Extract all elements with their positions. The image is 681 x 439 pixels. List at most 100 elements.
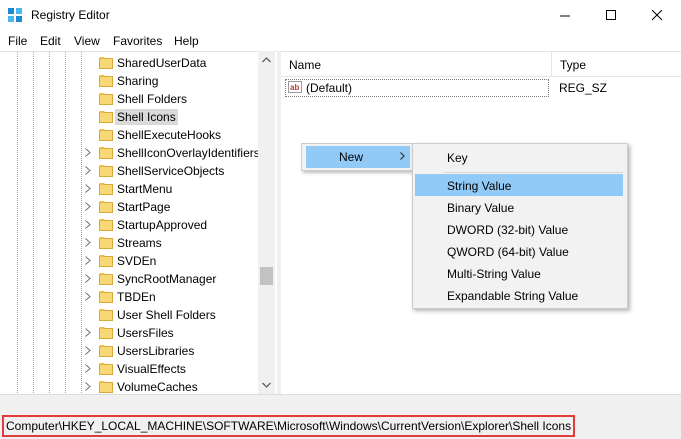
tree-item[interactable]: User Shell Folders bbox=[0, 306, 257, 324]
tree-item[interactable]: SharedUserData bbox=[0, 54, 257, 72]
expand-chevron-icon[interactable] bbox=[85, 238, 91, 247]
expand-chevron-icon[interactable] bbox=[85, 382, 91, 391]
folder-icon bbox=[99, 75, 113, 87]
expand-chevron-icon[interactable] bbox=[85, 166, 91, 175]
tree-item-label: VolumeCaches bbox=[117, 380, 198, 394]
tree-item[interactable]: Streams bbox=[0, 234, 257, 252]
scroll-down-icon[interactable] bbox=[262, 382, 271, 388]
expand-chevron-icon[interactable] bbox=[85, 148, 91, 157]
value-row[interactable]: ab (Default) REG_SZ bbox=[285, 79, 681, 97]
submenu-item-expandable-string-value[interactable]: Expandable String Value bbox=[415, 284, 623, 306]
context-item-new-label: New bbox=[339, 150, 364, 164]
menu-favorites[interactable]: Favorites bbox=[113, 34, 162, 48]
submenu-item-dword-value[interactable]: DWORD (32-bit) Value bbox=[415, 218, 623, 240]
tree-item[interactable]: ShellIconOverlayIdentifiers bbox=[0, 144, 260, 162]
tree-item-label: StartMenu bbox=[117, 182, 173, 196]
tree-item-label: UsersLibraries bbox=[117, 344, 195, 358]
submenu-item-binary-value[interactable]: Binary Value bbox=[415, 196, 623, 218]
tree-item[interactable]: Shell Icons bbox=[0, 108, 257, 126]
tree-item[interactable]: UsersFiles bbox=[0, 324, 257, 342]
menu-bar: File Edit View Favorites Help bbox=[0, 31, 681, 51]
expand-chevron-icon[interactable] bbox=[85, 364, 91, 373]
expand-chevron-icon[interactable] bbox=[85, 328, 91, 337]
expand-chevron-icon[interactable] bbox=[85, 220, 91, 229]
folder-icon bbox=[99, 309, 113, 321]
minimize-icon bbox=[560, 15, 570, 17]
submenu-separator bbox=[443, 172, 623, 173]
tree-item[interactable]: TBDEn bbox=[0, 288, 257, 306]
close-button[interactable] bbox=[635, 0, 681, 31]
menu-help[interactable]: Help bbox=[174, 34, 199, 48]
registry-editor-icon bbox=[7, 7, 23, 23]
tree-item-label: SyncRootManager bbox=[117, 272, 217, 286]
folder-icon bbox=[99, 237, 113, 249]
window-title: Registry Editor bbox=[31, 8, 110, 22]
submenu-item-label: Expandable String Value bbox=[447, 289, 579, 303]
status-bar: Computer\HKEY_LOCAL_MACHINE\SOFTWARE\Mic… bbox=[0, 394, 681, 439]
column-header-type-label: Type bbox=[560, 58, 587, 72]
expand-chevron-icon[interactable] bbox=[85, 202, 91, 211]
tree-item-label: ShellExecuteHooks bbox=[117, 128, 222, 142]
tree-item[interactable]: StartMenu bbox=[0, 180, 257, 198]
column-header-type[interactable]: Type bbox=[552, 52, 670, 76]
expand-chevron-icon[interactable] bbox=[85, 274, 91, 283]
folder-icon bbox=[99, 147, 113, 159]
scroll-up-icon[interactable] bbox=[262, 57, 271, 63]
key-tree[interactable]: SharedUserData Sharing Shell Folders Shell … bbox=[0, 51, 277, 395]
folder-icon bbox=[99, 57, 113, 69]
tree-item[interactable]: StartupApproved bbox=[0, 216, 257, 234]
expand-chevron-icon[interactable] bbox=[85, 256, 91, 265]
folder-icon bbox=[99, 345, 113, 357]
folder-icon bbox=[99, 201, 113, 213]
menu-view[interactable]: View bbox=[74, 34, 100, 48]
menu-edit[interactable]: Edit bbox=[40, 34, 61, 48]
folder-icon bbox=[99, 381, 113, 393]
tree-item-label: Shell Folders bbox=[117, 92, 188, 106]
submenu-item-qword-value[interactable]: QWORD (64-bit) Value bbox=[415, 240, 623, 262]
tree-item[interactable]: StartPage bbox=[0, 198, 257, 216]
expand-chevron-icon[interactable] bbox=[85, 346, 91, 355]
folder-icon bbox=[99, 165, 113, 177]
column-header-name[interactable]: Name bbox=[281, 52, 552, 76]
folder-icon bbox=[99, 363, 113, 375]
tree-item[interactable]: Sharing bbox=[0, 72, 257, 90]
submenu-item-multi-string-value[interactable]: Multi-String Value bbox=[415, 262, 623, 284]
tree-scrollbar[interactable] bbox=[258, 51, 275, 394]
title-bar: Registry Editor bbox=[0, 0, 681, 31]
tree-item-label: VisualEffects bbox=[117, 362, 186, 376]
tree-item-label: User Shell Folders bbox=[117, 308, 216, 322]
submenu-item-label: String Value bbox=[447, 179, 512, 193]
submenu-item-label: Multi-String Value bbox=[447, 267, 541, 281]
value-name: (Default) bbox=[306, 81, 353, 95]
maximize-button[interactable] bbox=[589, 0, 635, 31]
folder-icon bbox=[99, 129, 113, 141]
scrollbar-thumb[interactable] bbox=[260, 267, 273, 285]
tree-item-label: ShellServiceObjects bbox=[117, 164, 225, 178]
folder-icon bbox=[99, 255, 113, 267]
submenu-item-key-label: Key bbox=[447, 151, 468, 165]
column-header-name-label: Name bbox=[289, 58, 322, 72]
tree-item-label: Sharing bbox=[117, 74, 159, 88]
folder-icon bbox=[99, 219, 113, 231]
tree-item-label: ShellIconOverlayIdentifiers bbox=[117, 146, 260, 160]
tree-item[interactable]: VisualEffects bbox=[0, 360, 257, 378]
expand-chevron-icon[interactable] bbox=[85, 184, 91, 193]
tree-item[interactable]: Shell Folders bbox=[0, 90, 257, 108]
minimize-button[interactable] bbox=[543, 0, 589, 31]
tree-item[interactable]: ShellServiceObjects bbox=[0, 162, 257, 180]
tree-item[interactable]: ShellExecuteHooks bbox=[0, 126, 257, 144]
new-submenu: Key String Value Binary Value DWORD (32-bi… bbox=[412, 143, 628, 309]
tree-item[interactable]: SyncRootManager bbox=[0, 270, 257, 288]
submenu-item-key[interactable]: Key bbox=[415, 146, 623, 168]
tree-item[interactable]: UsersLibraries bbox=[0, 342, 257, 360]
submenu-item-string-value[interactable]: String Value bbox=[415, 174, 623, 196]
folder-icon bbox=[99, 291, 113, 303]
expand-chevron-icon[interactable] bbox=[85, 292, 91, 301]
tree-item-label: SharedUserData bbox=[117, 56, 207, 70]
tree-item[interactable]: VolumeCaches bbox=[0, 378, 257, 395]
folder-icon bbox=[99, 93, 113, 105]
tree-item[interactable]: SVDEn bbox=[0, 252, 257, 270]
tree-item-label: Shell Icons bbox=[115, 109, 178, 125]
menu-file[interactable]: File bbox=[8, 34, 27, 48]
folder-icon bbox=[99, 111, 113, 123]
